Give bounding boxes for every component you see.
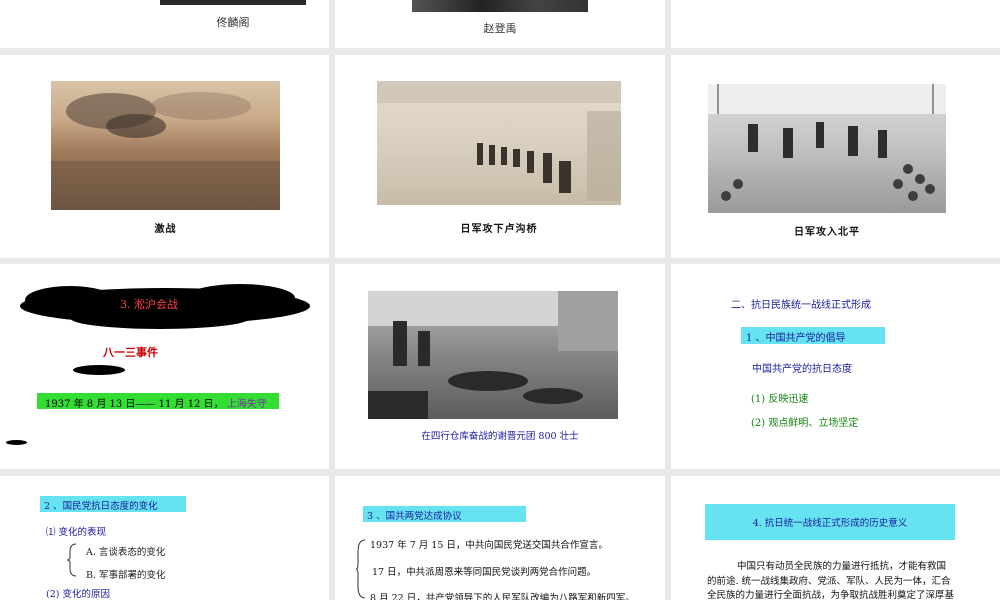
slide-agreement[interactable]: 3 、国共两党达成协议 1937 年 7 月 15 日，中共向国民党送交国共合作… [335,476,665,600]
point-1: (1) 反映迅速 [751,394,809,405]
photo-battle [51,81,280,210]
black-oval-2 [6,440,27,445]
slide-kmt-change[interactable]: 2 、国民党抗日态度的变化 ⑴ 变化的表现 A. 言谈表态的变化 B. 军事部署… [0,476,329,600]
black-oval-1 [73,365,125,375]
date-line: 1937 年 8 月 13 日—— 11 月 12 日， 上海失守 [37,393,279,410]
kmt-sub1: ⑴ 变化的表现 [46,527,107,538]
agreement-line-2: 17 日，中共派周恩来等同国民党谈判两党合作问题。 [372,567,597,578]
section-cpc: 1 、中国共产党的倡导 [741,327,885,344]
caption-zhao-dengyu: 赵登禹 [483,22,517,35]
significance-heading: 4. 抗日统一战线正式形成的历史意义 [705,504,955,540]
slide-sihang[interactable]: 在四行仓库奋战的谢晋元团 800 壮士 [335,264,665,469]
kmt-heading-label: 2 、国民党抗日态度的变化 [44,501,158,512]
point-2: (2) 观点鲜明、立场坚定 [751,418,859,429]
caption-beiping: 日军攻入北平 [794,227,860,238]
agreement-line-3: 8 月 22 日，共产党领导下的人民军队改编为八路军和新四军。 [370,593,635,600]
cloud-title: 3. 淞沪会战 [120,298,178,311]
slide-blank-1[interactable] [671,0,1000,48]
agreement-heading-label: 3 、国共两党达成协议 [367,511,462,522]
significance-para-3: 全民族的力量进行全面抗战，为争取抗战胜利奠定了深厚基 [707,590,955,600]
kmt-item-a: A. 言谈表态的变化 [86,547,166,558]
slide-united-front[interactable]: 二、抗日民族统一战线正式形成 1 、中国共产党的倡导 中国共产党的抗日态度 (1… [671,264,1000,469]
photo-lugou-bridge [377,81,621,205]
cpc-stance: 中国共产党的抗日态度 [752,364,852,375]
slide-zhao-dengyu[interactable]: 赵登禹 [335,0,665,48]
significance-para-1: 中国只有动员全民族的力量进行抵抗，才能有救国 [737,561,947,572]
photo-zhao-dengyu [412,0,588,12]
photo-tong-linge [160,0,306,5]
caption-battle: 激战 [154,224,177,235]
brace-kmt [66,543,77,577]
slide-lugou-bridge[interactable]: 日军攻下卢沟桥 [335,55,665,258]
slide-beiping[interactable]: 日军攻入北平 [671,55,1000,258]
slide-songhu[interactable]: 3. 淞沪会战 八一三事件 1937 年 8 月 13 日—— 11 月 12 … [0,264,329,469]
section-cpc-label: 1 、中国共产党的倡导 [746,333,846,344]
caption-tong-linge: 佟麟阁 [216,16,250,29]
date-tail: 上海失守 [226,399,267,410]
significance-para-2: 的前途. 统一战线集政府、党派、军队、人民为一体，汇合 [707,576,951,587]
slide-battle[interactable]: 激战 [0,55,329,258]
photo-beiping [708,84,946,213]
slide-tong-linge[interactable]: 佟麟阁 [0,0,329,48]
slide-significance[interactable]: 4. 抗日统一战线正式形成的历史意义 中国只有动员全民族的力量进行抵抗，才能有救… [671,476,1000,600]
caption-sihang: 在四行仓库奋战的谢晋元团 800 壮士 [421,431,579,442]
significance-heading-label: 4. 抗日统一战线正式形成的历史意义 [752,518,908,529]
kmt-item-b: B. 军事部署的变化 [86,570,166,581]
kmt-heading: 2 、国民党抗日态度的变化 [40,496,186,512]
photo-sihang [368,291,618,419]
brace-agreement [355,539,366,599]
agreement-heading: 3 、国共两党达成协议 [363,506,526,522]
united-front-title: 二、抗日民族统一战线正式形成 [731,300,871,311]
agreement-line-1: 1937 年 7 月 15 日，中共向国民党送交国共合作宣言。 [370,540,608,551]
caption-lugou-bridge: 日军攻下卢沟桥 [460,224,538,235]
event-subtitle: 八一三事件 [103,346,158,359]
date-range: 1937 年 8 月 13 日—— 11 月 12 日， [45,399,224,410]
kmt-sub2: (2) 变化的原因 [46,589,110,600]
